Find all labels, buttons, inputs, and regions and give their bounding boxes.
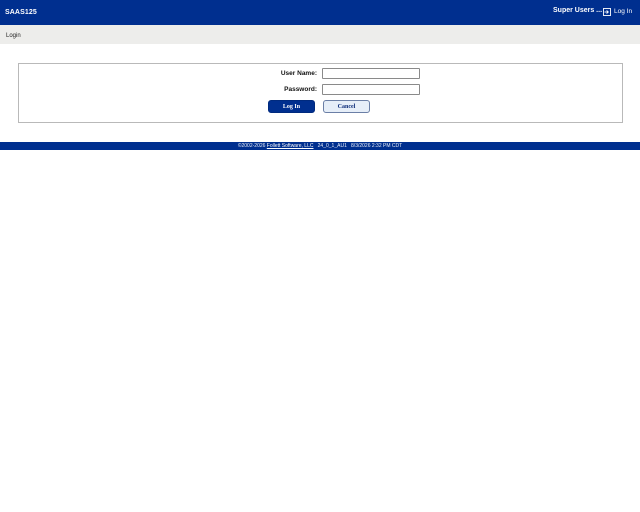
version-text: 24_0_1_AU1 [317,143,347,149]
cancel-button[interactable]: Cancel [323,100,370,113]
password-input[interactable] [322,84,420,95]
login-button[interactable]: Log In [268,100,315,113]
header-login-label: Log In [614,8,633,15]
super-users-menu[interactable]: Super Users ... [553,7,602,14]
company-link[interactable]: Follett Software, LLC [267,143,314,149]
app-title: SAAS125 [5,9,37,16]
breadcrumb: Login [6,33,21,39]
top-header-bar: SAAS125 Super Users ... Log In [0,0,640,25]
header-login-link[interactable]: Log In [603,6,632,17]
password-label: Password: [284,86,317,93]
username-label: User Name: [280,70,317,77]
login-panel [18,63,623,123]
timestamp-text: 8/3/2026 2:32 PM CDT [351,143,403,149]
username-input[interactable] [322,68,420,79]
login-arrow-icon [603,7,614,16]
copyright-text: ©2002-2026 [237,143,267,149]
footer-bar: ©2002-2026 Follett Software, LLC 24_0_1_… [0,142,640,150]
breadcrumb-bar: Login [0,25,640,44]
